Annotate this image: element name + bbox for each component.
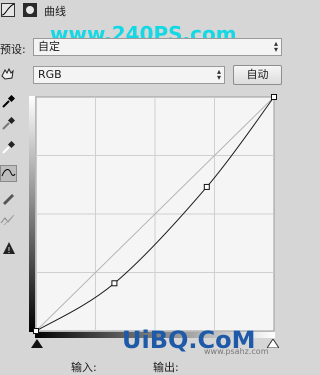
preset-label: 预设: <box>0 43 26 56</box>
output-gradient-bar <box>29 96 35 332</box>
black-point-slider[interactable] <box>31 339 43 348</box>
smooth-icon[interactable] <box>0 212 16 228</box>
curve-control-point[interactable] <box>203 183 210 190</box>
clipping-warning-icon[interactable]: ! <box>0 240 16 256</box>
curve-control-point[interactable] <box>111 280 118 287</box>
curve-control-point[interactable] <box>33 328 39 334</box>
select-arrows-icon: ▴ ▾ <box>273 39 278 54</box>
preset-value: 自定 <box>38 40 60 53</box>
curve-edit-icon[interactable] <box>0 165 17 182</box>
bottom-watermark: UiBQ.CoM <box>122 326 256 354</box>
channel-value: RGB <box>38 68 62 81</box>
eyedropper-white-icon[interactable] <box>0 140 16 156</box>
output-label: 输出: <box>153 361 179 374</box>
on-image-adjust-hand-icon[interactable] <box>0 66 16 82</box>
svg-text:!: ! <box>7 246 10 255</box>
curve-control-point[interactable] <box>271 94 277 100</box>
channel-select[interactable]: RGB ▴ ▾ <box>33 66 225 84</box>
select-arrows-icon: ▴ ▾ <box>216 67 221 82</box>
input-label: 输入: <box>71 361 97 374</box>
preset-select[interactable]: 自定 ▴ ▾ <box>33 38 282 56</box>
auto-button[interactable]: 自动 <box>233 65 282 85</box>
curves-adjustment-icon[interactable] <box>0 2 16 18</box>
eyedropper-black-icon[interactable] <box>0 94 16 110</box>
panel-title: 曲线 <box>44 5 66 18</box>
white-point-slider[interactable] <box>267 339 279 348</box>
mask-icon[interactable] <box>22 2 38 18</box>
pencil-icon[interactable] <box>0 190 16 206</box>
curve-graph[interactable] <box>29 92 281 342</box>
eyedropper-gray-icon[interactable] <box>0 116 16 132</box>
